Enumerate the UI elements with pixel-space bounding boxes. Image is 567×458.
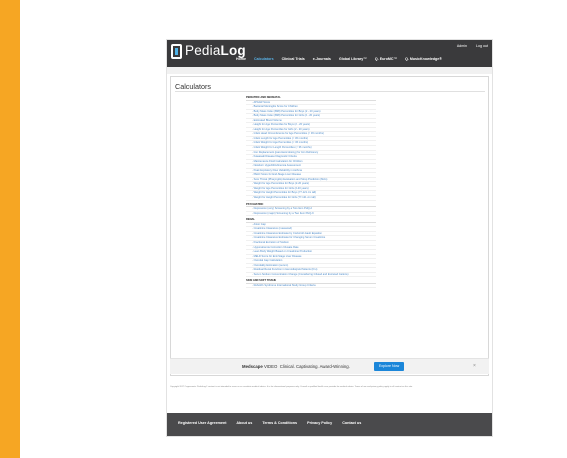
ad-brand-suffix: VIDEO [263,364,278,369]
calculator-link[interactable]: Rehold's Syndrome International Study Gr… [246,284,376,289]
nav-item-euromc[interactable]: Q. EuroMC™ [375,57,397,61]
nav-item-calculators[interactable]: Calculators [254,57,274,61]
logout-link[interactable]: Log out [476,44,488,48]
logo-prefix: Pedia [185,43,221,58]
header-spacer [167,67,492,74]
site-logo[interactable]: PediaLog [185,43,246,58]
site-window: PediaLog Home Calculators Clinical Trial… [167,40,492,436]
nav-item-clinical-trials[interactable]: Clinical Trials [282,57,305,61]
legal-disclaimer: Copyright 2017 Cognosante. PediaLog® con… [170,386,413,388]
ad-banner: Medscape VIDEO Clinical. Captivating. Aw… [170,358,489,374]
page-canvas: PediaLog Home Calculators Clinical Trial… [20,0,567,458]
explore-now-button[interactable]: Explore Now [374,362,404,371]
footer-link-contact[interactable]: Contact us [342,421,361,425]
site-footer: Registered User Agreement About us Terms… [167,413,492,436]
calculators-panel: Calculators PEDIATRIC AND NEONATALAPGAR … [170,76,489,376]
footer-link-privacy[interactable]: Privacy Policy [307,421,332,425]
title-divider [175,91,485,92]
admin-link[interactable]: Admin [457,44,467,48]
page-title: Calculators [175,82,211,91]
logo-icon [171,44,182,59]
footer-link-user-agreement[interactable]: Registered User Agreement [178,421,226,425]
nav-item-musicknowledge[interactable]: Q. MusicKnowledge® [405,57,442,61]
calculator-link[interactable]: Serum Sodium Concentration Change (Consi… [246,273,376,278]
footer-links: Registered User Agreement About us Terms… [178,421,370,425]
ad-close-icon[interactable]: × [473,363,476,369]
account-links: Admin Log out [449,44,488,48]
top-navigation-bar: PediaLog Home Calculators Clinical Trial… [167,40,492,67]
ad-brand: Medscape [242,364,263,369]
ad-copy: Medscape VIDEO Clinical. Captivating. Aw… [242,364,350,369]
nav-item-global-library[interactable]: Global Library™ [339,57,367,61]
nav-item-home[interactable]: Home [236,57,246,61]
calculator-link[interactable]: Depression (major) Screening by a Two It… [246,212,376,217]
footer-link-about[interactable]: About us [236,421,252,425]
calculator-list: PEDIATRIC AND NEONATALAPGAR ScoreBacteri… [246,94,376,289]
nav-item-ejournals[interactable]: e-Journals [313,57,331,61]
logo-suffix: Log [220,43,246,58]
ad-tagline: Clinical. Captivating. Award-Winning. [279,364,350,369]
footer-link-terms[interactable]: Terms & Conditions [262,421,297,425]
calculator-link[interactable]: Weight for Height Percentiles for Girls … [246,196,376,201]
main-nav: Home Calculators Clinical Trials e-Journ… [236,57,449,61]
